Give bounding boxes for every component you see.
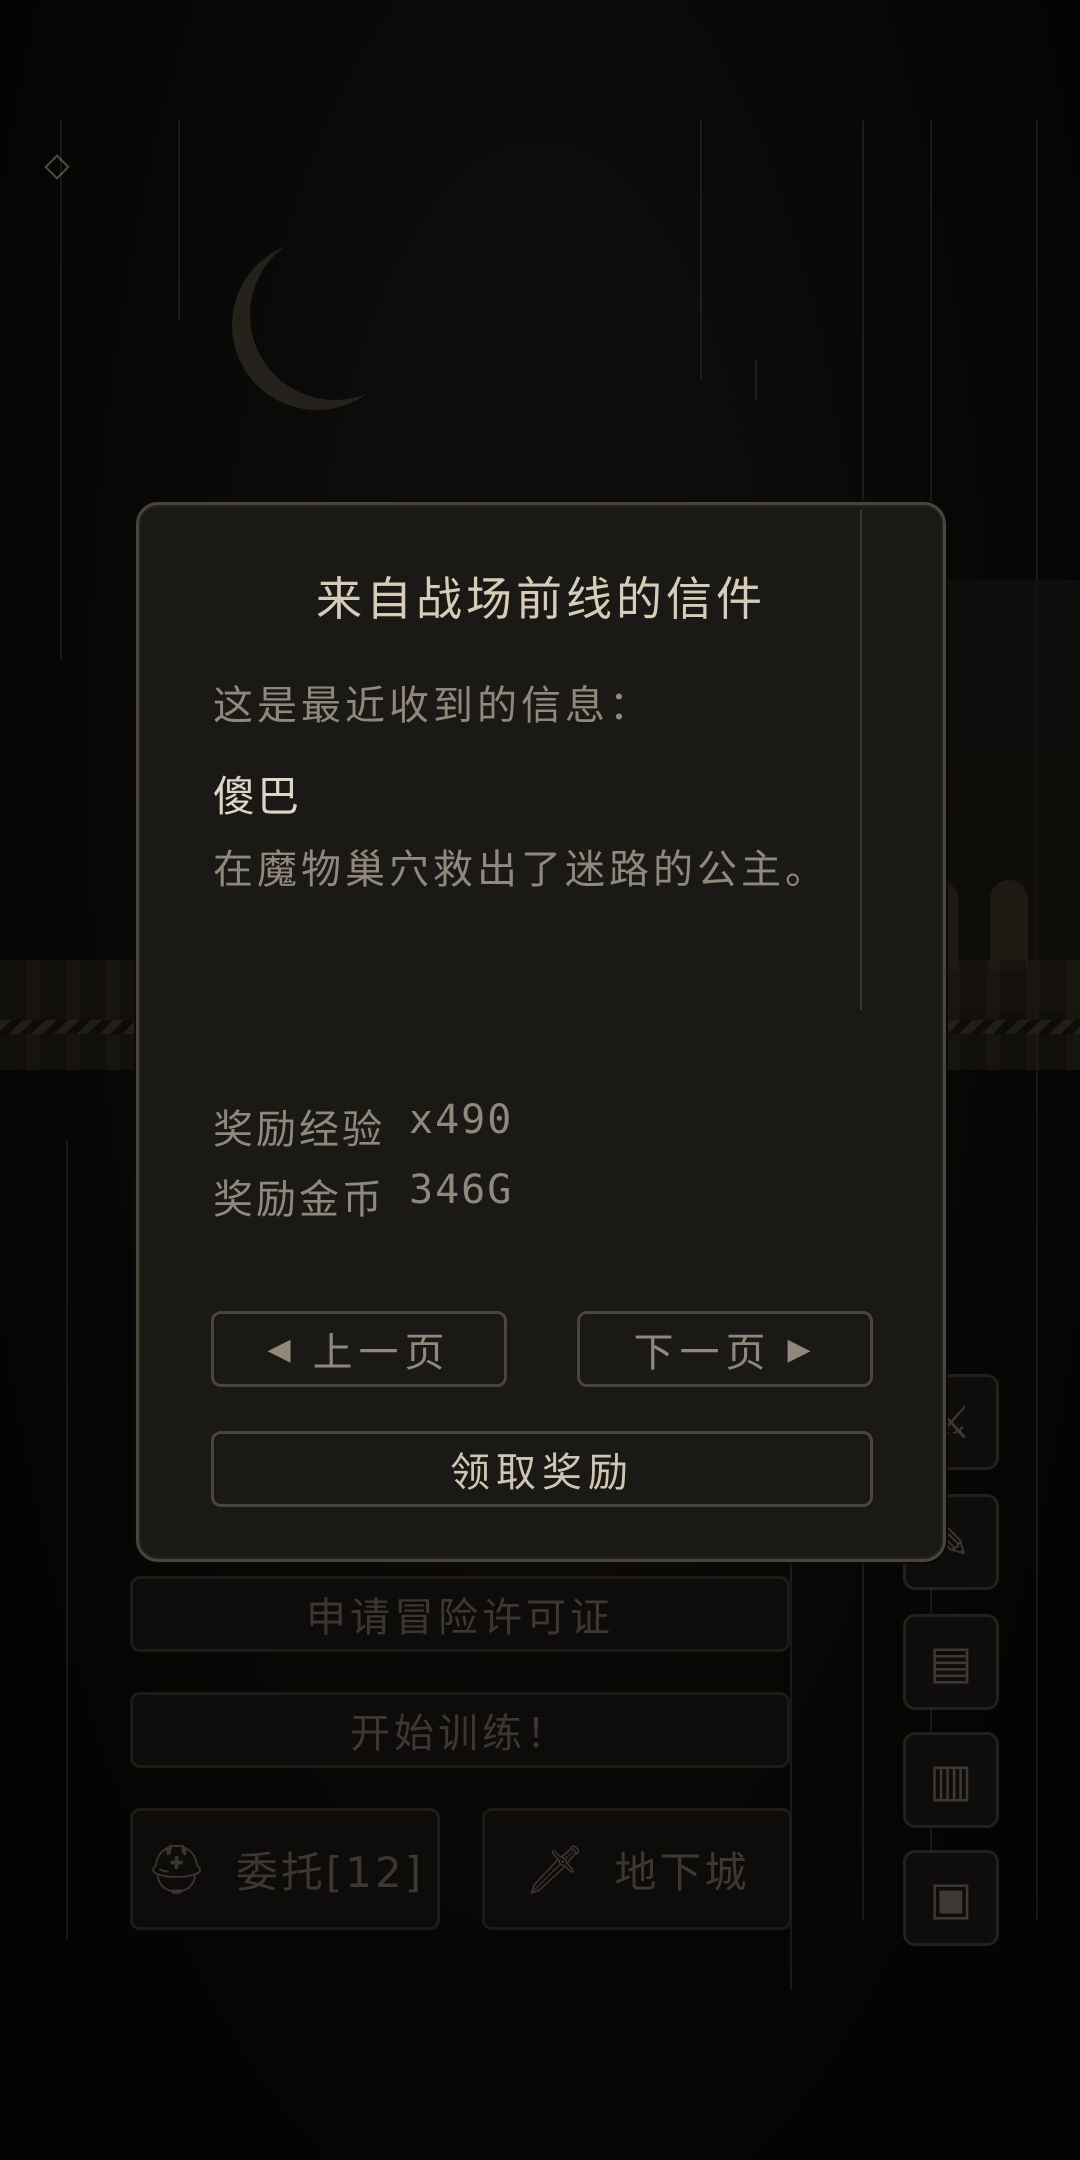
commission-button[interactable]: ⛑ 委托[12] [130, 1808, 440, 1930]
rain-streak [860, 510, 862, 1010]
next-page-button[interactable]: 下一页 ▶ [577, 1311, 873, 1387]
dungeon-label: 地下城 [614, 1847, 750, 1897]
start-training-label: 开始训练！ [350, 1711, 570, 1757]
map-icon: ▤ [929, 1635, 973, 1689]
caret-right-icon: ▶ [787, 1331, 817, 1367]
building-window [990, 880, 1028, 970]
dialog-title: 来自战场前线的信件 [316, 572, 766, 626]
reward-exp-label: 奖励经验 [213, 1107, 385, 1153]
next-page-label: 下一页 [633, 1330, 772, 1376]
commission-label: 委托[12] [235, 1847, 425, 1897]
rain-streak [755, 360, 757, 400]
rain-streak [700, 120, 702, 380]
dialog-subtitle: 这是最近收到的信息： [213, 683, 653, 729]
rain-streak [178, 120, 180, 320]
apply-license-label: 申请冒险许可证 [306, 1595, 614, 1641]
prev-page-label: 上一页 [312, 1330, 451, 1376]
reward-gold-label: 奖励金币 [213, 1177, 385, 1223]
rain-streak [60, 120, 62, 660]
reward-exp-value: x490 [409, 1097, 514, 1143]
game-screen: 申请冒险许可证 开始训练！ ⛑ 委托[12] 🗡 地下城 ⚔ ✎ ▤ ▥ ▣ 来… [0, 0, 1080, 2160]
dungeon-button[interactable]: 🗡 地下城 [482, 1808, 792, 1930]
letter-message: 在魔物巢穴救出了迷路的公主。 [213, 847, 829, 893]
star-icon [44, 154, 70, 180]
start-training-button[interactable]: 开始训练！ [130, 1692, 790, 1768]
letter-dialog: 来自战场前线的信件 这是最近收到的信息： 傻巴 在魔物巢穴救出了迷路的公主。 奖… [136, 502, 946, 1562]
claim-reward-button[interactable]: 领取奖励 [211, 1431, 873, 1507]
caret-left-icon: ◀ [267, 1331, 297, 1367]
computer-icon: ▣ [929, 1871, 973, 1925]
moon-icon [250, 230, 420, 400]
reward-exp-row: 奖励经验 x490 [213, 1097, 513, 1155]
knight-helmet-icon: ⛑ [145, 1841, 210, 1898]
letter-sender: 傻巴 [213, 772, 302, 821]
side-book-button[interactable]: ▥ [903, 1732, 999, 1828]
side-map-button[interactable]: ▤ [903, 1614, 999, 1710]
side-computer-button[interactable]: ▣ [903, 1850, 999, 1946]
sword-icon: 🗡 [524, 1841, 589, 1898]
reward-gold-value: 346G [409, 1167, 514, 1213]
reward-gold-row: 奖励金币 346G [213, 1167, 513, 1225]
prev-page-button[interactable]: ◀ 上一页 [211, 1311, 507, 1387]
claim-reward-label: 领取奖励 [450, 1450, 634, 1496]
book-icon: ▥ [929, 1753, 973, 1807]
apply-license-button[interactable]: 申请冒险许可证 [130, 1576, 790, 1652]
rain-streak [66, 1140, 68, 1940]
